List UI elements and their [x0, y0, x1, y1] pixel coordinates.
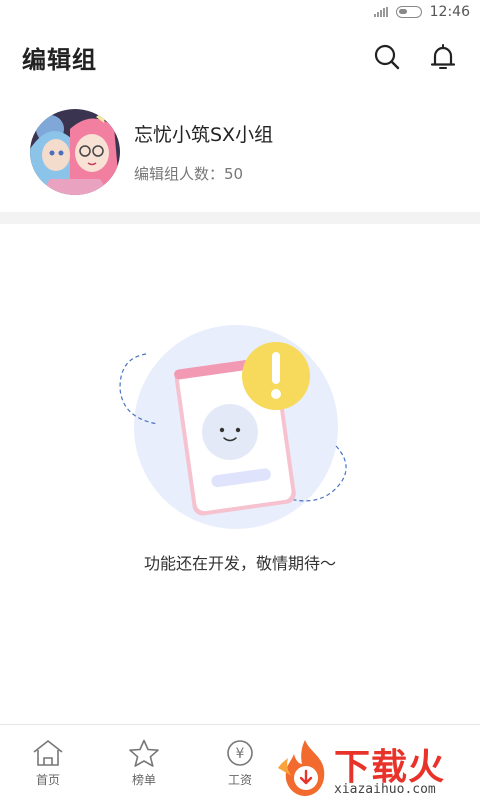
battery-icon: [395, 6, 422, 18]
status-time: 12:46: [429, 4, 470, 20]
empty-state-illustration: [118, 322, 354, 532]
watermark: 下载火 xiazaihuo.com: [278, 738, 474, 798]
member-count-label: 编辑组人数：: [134, 165, 225, 183]
bell-icon: [430, 44, 456, 69]
home-icon: [33, 740, 63, 766]
section-divider: [0, 212, 480, 224]
watermark-subtitle: xiazaihuo.com: [334, 782, 436, 797]
tab-home[interactable]: 首页: [0, 725, 96, 800]
group-member-count: 编辑组人数：50: [134, 163, 273, 184]
star-icon: [129, 739, 159, 767]
tab-home-label: 首页: [35, 773, 60, 787]
empty-state-message: 功能还在开发，敬情期待～: [143, 554, 336, 573]
notification-button[interactable]: [428, 42, 458, 72]
group-name: 忘忧小筑SX小组: [134, 124, 274, 146]
yen-icon: ¥: [227, 740, 253, 766]
search-button[interactable]: [372, 42, 402, 72]
search-icon: [374, 44, 400, 70]
signal-icon: [373, 7, 388, 17]
tab-ranking[interactable]: 榜单: [96, 725, 192, 800]
tab-ranking-label: 榜单: [131, 773, 156, 787]
tab-salary-label: 工资: [227, 773, 252, 787]
status-bar: 12:46: [0, 0, 480, 24]
page-title: 编辑组: [22, 45, 97, 74]
flame-logo-icon: [278, 740, 325, 796]
svg-text:¥: ¥: [236, 746, 245, 762]
group-avatar: [30, 109, 120, 195]
member-count-value: 50: [224, 165, 244, 183]
group-card[interactable]: 忘忧小筑SX小组 编辑组人数：50: [0, 96, 480, 208]
tab-salary[interactable]: ¥ 工资: [192, 725, 288, 800]
header: 编辑组: [0, 24, 480, 90]
